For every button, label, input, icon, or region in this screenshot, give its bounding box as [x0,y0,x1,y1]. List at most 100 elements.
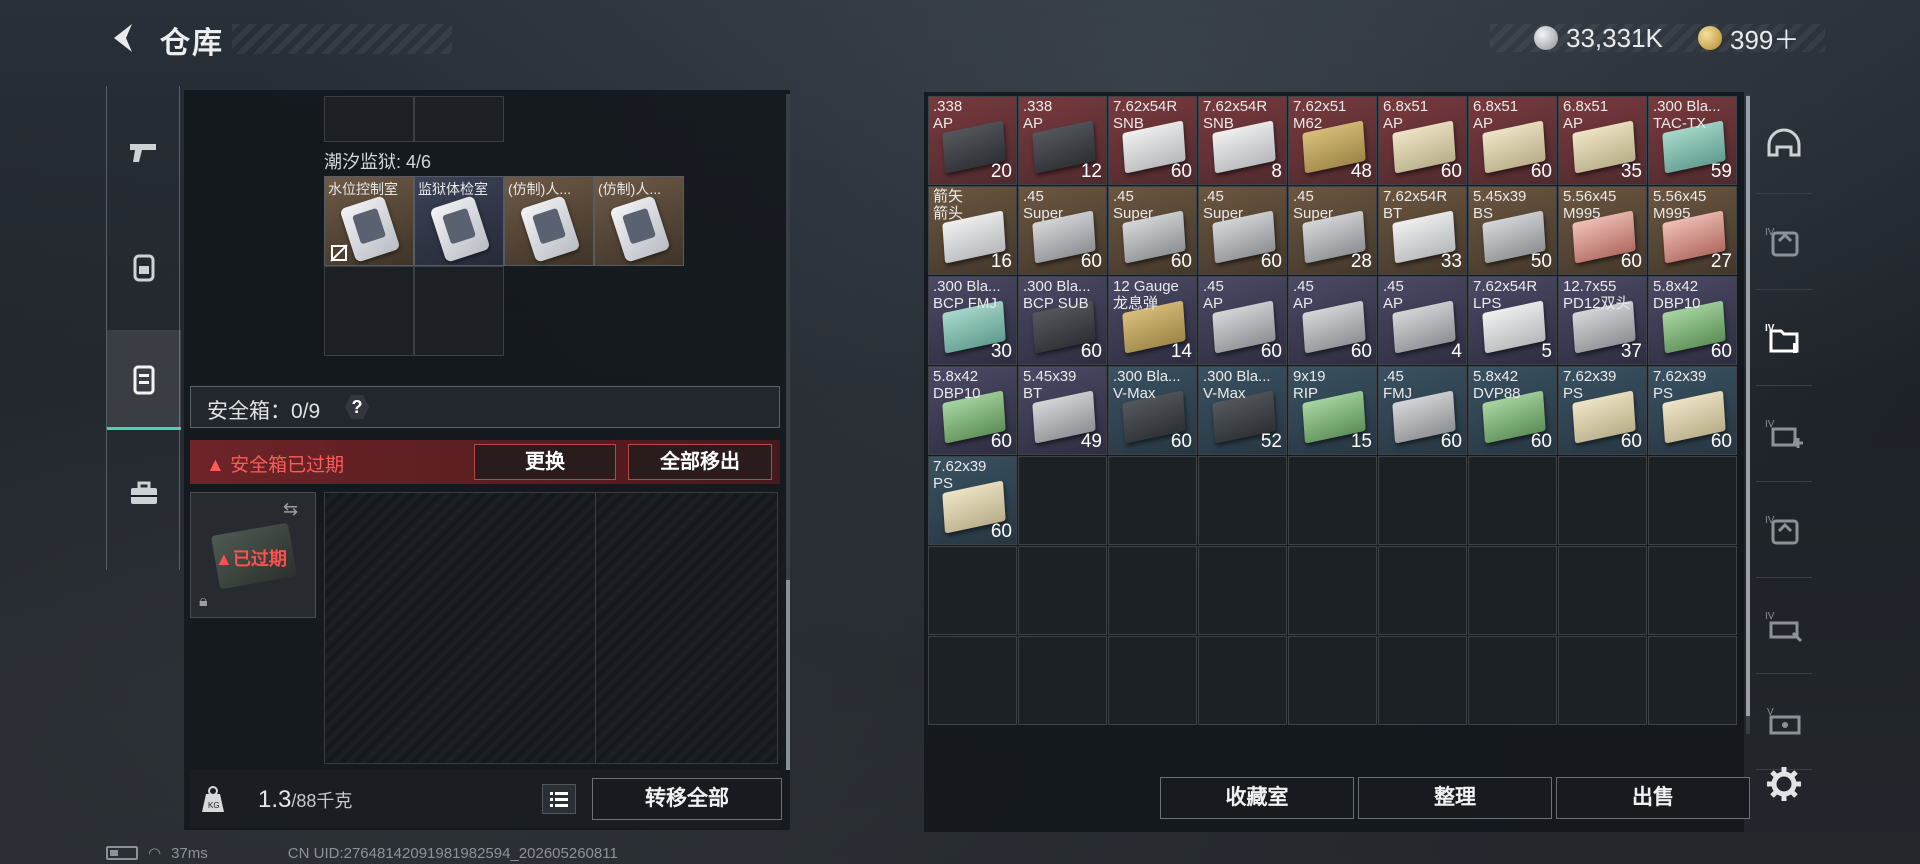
empty-slot[interactable] [928,636,1017,725]
ammo-item[interactable]: 6.8x51 AP 60 [1468,96,1557,185]
empty-slot[interactable] [1648,456,1737,545]
ammo-item[interactable]: 12 Gauge 龙息弹 14 [1108,276,1197,365]
empty-slot[interactable] [1108,636,1197,725]
ammo-item[interactable]: 5.56x45 M995 27 [1648,186,1737,275]
empty-slot[interactable] [1108,546,1197,635]
tab-toolbox[interactable] [107,444,181,544]
empty-slot[interactable] [1198,546,1287,635]
ammo-item[interactable]: 5.8x42 DBP10 60 [1648,276,1737,365]
empty-slot[interactable] [1288,456,1377,545]
ammo-item[interactable]: .45 Super 60 [1018,186,1107,275]
sell-button[interactable]: 出售 [1556,777,1750,819]
ammo-item[interactable]: 7.62x54R SNB 8 [1198,96,1287,185]
ammo-item[interactable]: 5.45x39 BT 49 [1018,366,1107,455]
tab-weapons[interactable] [107,102,181,202]
ammo-item[interactable]: 5.8x42 DVP88 60 [1468,366,1557,455]
ammo-item[interactable]: .45 AP 60 [1198,276,1287,365]
gold-currency[interactable]: 399＋ [1698,20,1799,56]
ammo-item[interactable]: 9x19 RIP 15 [1288,366,1377,455]
empty-slot[interactable] [1378,456,1467,545]
remove-all-button[interactable]: 全部移出 [628,444,772,480]
tab-medical[interactable]: IV [1756,386,1812,482]
safe-box-slot[interactable]: ▲已过期 ⇆ 🔒︎ [190,492,316,618]
key-card[interactable]: 监狱体检室 [414,176,504,266]
empty-slot[interactable] [1288,546,1377,635]
ammo-item[interactable]: .45 FMJ 60 [1378,366,1467,455]
ammo-item[interactable]: .300 Bla... TAC-TX 59 [1648,96,1737,185]
empty-slot[interactable] [928,546,1017,635]
ammo-item[interactable]: .45 Super 60 [1108,186,1197,275]
tab-container[interactable]: IV [1756,290,1812,386]
replace-button[interactable]: 更换 [474,444,616,480]
ammo-count: 60 [1170,251,1192,272]
card-label: 水位控制室 [328,181,398,197]
ammo-item[interactable]: 7.62x51 M62 48 [1288,96,1377,185]
left-scrollbar-thumb[interactable] [786,580,790,770]
empty-slot[interactable] [1378,636,1467,725]
ammo-item[interactable]: .338 AP 20 [928,96,1017,185]
ammo-item[interactable]: .300 Bla... BCP FMJ 30 [928,276,1017,365]
key-card[interactable]: (仿制)人... [594,176,684,266]
tab-backpack[interactable] [107,216,181,316]
ammo-item[interactable]: 5.8x42 DBP10 60 [928,366,1017,455]
ammo-item[interactable]: .300 Bla... BCP SUB 60 [1018,276,1107,365]
ammo-item[interactable]: 7.62x54R SNB 60 [1108,96,1197,185]
ammo-item[interactable]: 7.62x39 PS 60 [928,456,1017,545]
grid-slot[interactable] [324,266,414,356]
tab-helmet[interactable] [1756,98,1812,194]
empty-slot[interactable] [1198,636,1287,725]
empty-slot[interactable] [1468,546,1557,635]
empty-slot[interactable] [1648,636,1737,725]
empty-slot[interactable] [1018,456,1107,545]
right-scrollbar-thumb[interactable] [1746,96,1750,716]
empty-slot[interactable] [1018,636,1107,725]
empty-slot[interactable] [1288,636,1377,725]
ammo-item[interactable]: .300 Bla... V-Max 52 [1198,366,1287,455]
ammo-item[interactable]: .338 AP 12 [1018,96,1107,185]
collection-room-button[interactable]: 收藏室 [1160,777,1354,819]
ammo-item[interactable]: 7.62x39 PS 60 [1648,366,1737,455]
key-card[interactable]: 水位控制室 [324,176,414,266]
tab-case[interactable]: V [1756,674,1812,770]
ammo-item[interactable]: 7.62x54R BT 33 [1378,186,1467,275]
key-card[interactable]: (仿制)人... [504,176,594,266]
ammo-item[interactable]: 5.45x39 BS 50 [1468,186,1557,275]
tab-armor[interactable]: IV [1756,194,1812,290]
tab-armor-2[interactable]: IV [1756,482,1812,578]
ammo-item[interactable]: 箭矢 箭头 16 [928,186,1017,275]
grid-slot[interactable] [324,96,414,142]
empty-slot[interactable] [1558,456,1647,545]
settings-gear-icon[interactable] [1764,764,1804,804]
empty-slot[interactable] [1018,546,1107,635]
empty-slot[interactable] [1108,456,1197,545]
tab-gear[interactable]: IV [1756,578,1812,674]
help-icon[interactable]: ? [345,395,369,419]
ammo-item[interactable]: 5.56x45 M995 60 [1558,186,1647,275]
empty-slot[interactable] [1558,546,1647,635]
empty-slot[interactable] [1648,546,1737,635]
ammo-item[interactable]: .45 AP 4 [1378,276,1467,365]
ammo-item[interactable]: 6.8x51 AP 35 [1558,96,1647,185]
tab-vest[interactable] [107,330,181,430]
grid-slot[interactable] [414,96,504,142]
ammo-item[interactable]: 7.62x54R LPS 5 [1468,276,1557,365]
empty-slot[interactable] [1468,636,1557,725]
ammo-name: 5.56x45 M995 [1563,188,1617,222]
ammo-item[interactable]: .45 Super 28 [1288,186,1377,275]
back-arrow-icon[interactable] [104,18,144,58]
empty-slot[interactable] [1378,546,1467,635]
ammo-item[interactable]: .300 Bla... V-Max 60 [1108,366,1197,455]
ammo-item[interactable]: .45 AP 60 [1288,276,1377,365]
empty-slot[interactable] [1198,456,1287,545]
transfer-all-button[interactable]: 转移全部 [592,778,782,820]
empty-slot[interactable] [1468,456,1557,545]
sort-button[interactable]: 整理 [1358,777,1552,819]
swap-icon[interactable]: ⇆ [283,499,298,520]
ammo-item[interactable]: 12.7x55 PD12双头 37 [1558,276,1647,365]
ammo-item[interactable]: 7.62x39 PS 60 [1558,366,1647,455]
list-view-button[interactable] [542,784,576,814]
grid-slot[interactable] [414,266,504,356]
ammo-item[interactable]: .45 Super 60 [1198,186,1287,275]
empty-slot[interactable] [1558,636,1647,725]
ammo-item[interactable]: 6.8x51 AP 60 [1378,96,1467,185]
